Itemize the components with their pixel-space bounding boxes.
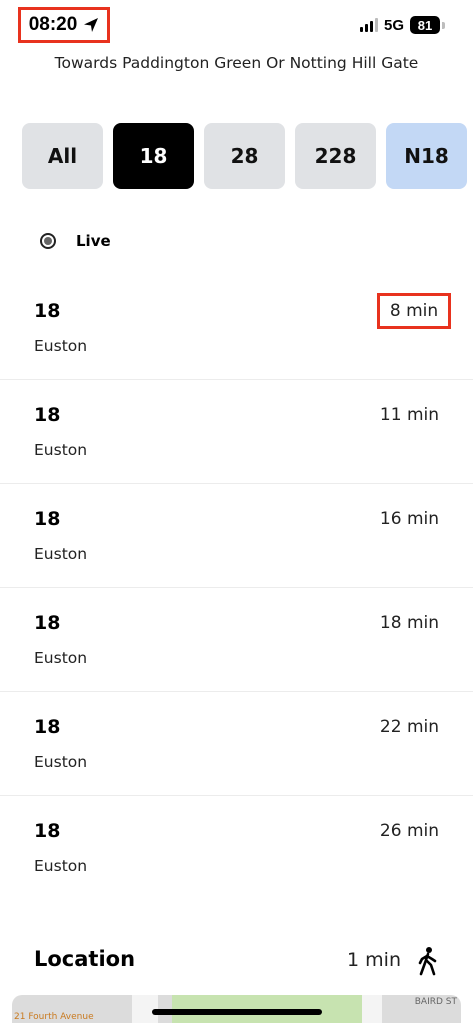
departure-time: 11 min — [379, 405, 439, 425]
battery-level: 81 — [417, 17, 433, 33]
departure-destination: Euston — [34, 753, 88, 771]
departure-destination: Euston — [34, 337, 88, 355]
status-time-text: 08:20 — [28, 14, 78, 35]
departure-row[interactable]: 18 Euston 18 min — [0, 588, 473, 692]
departure-row[interactable]: 18 Euston 26 min — [0, 796, 473, 899]
departure-time: 18 min — [379, 613, 439, 633]
live-label: Live — [76, 232, 111, 250]
route-chip-18[interactable]: 18 — [113, 123, 194, 189]
departure-row[interactable]: 18 Euston 16 min — [0, 484, 473, 588]
location-arrow-icon — [84, 18, 99, 32]
departure-route: 18 — [34, 404, 61, 426]
route-filter-chips: All 18 28 228 N18 — [22, 123, 467, 189]
map-road — [362, 995, 382, 1023]
departure-row[interactable]: 18 Euston 11 min — [0, 380, 473, 484]
route-chip-28[interactable]: 28 — [204, 123, 285, 189]
location-title: Location — [34, 947, 136, 971]
departure-time: 26 min — [379, 821, 439, 841]
departure-time: 22 min — [379, 717, 439, 737]
network-label: 5G — [383, 16, 404, 34]
battery-icon: 81 — [410, 16, 440, 34]
route-chip-228[interactable]: 228 — [295, 123, 376, 189]
home-indicator[interactable] — [152, 1009, 322, 1015]
map-label: BAIRD ST — [414, 997, 457, 1007]
map-label: 21 Fourth Avenue — [14, 1012, 94, 1022]
direction-text: Towards Paddington Green Or Notting Hill… — [54, 54, 419, 72]
signal-icon — [359, 18, 378, 32]
departure-row[interactable]: 18 Euston 22 min — [0, 692, 473, 796]
walk-time: 1 min — [347, 949, 401, 971]
departure-row[interactable]: 18 Euston 8 min — [0, 276, 473, 380]
departure-route: 18 — [34, 508, 61, 530]
departure-route: 18 — [34, 820, 61, 842]
live-radio-icon[interactable] — [40, 233, 56, 249]
departure-time: 8 min — [377, 293, 451, 329]
route-chip-all[interactable]: All — [22, 123, 103, 189]
departure-destination: Euston — [34, 649, 88, 667]
status-indicators: 5G 81 — [359, 14, 445, 36]
walking-person-icon — [418, 947, 437, 976]
departure-time: 16 min — [379, 509, 439, 529]
location-section: Location 1 min — [0, 940, 473, 984]
route-chip-n18[interactable]: N18 — [386, 123, 467, 189]
departure-route: 18 — [34, 716, 61, 738]
battery-nub — [442, 21, 445, 29]
departure-route: 18 — [34, 612, 61, 634]
status-time: 08:20 — [18, 7, 110, 43]
departures-list: 18 Euston 8 min 18 Euston 11 min 18 Eust… — [0, 276, 473, 899]
status-bar: 08:20 5G 81 — [0, 0, 473, 50]
departure-route: 18 — [34, 300, 61, 322]
live-toggle[interactable]: Live — [40, 232, 111, 250]
departure-destination: Euston — [34, 857, 88, 875]
departure-destination: Euston — [34, 441, 88, 459]
departure-destination: Euston — [34, 545, 88, 563]
